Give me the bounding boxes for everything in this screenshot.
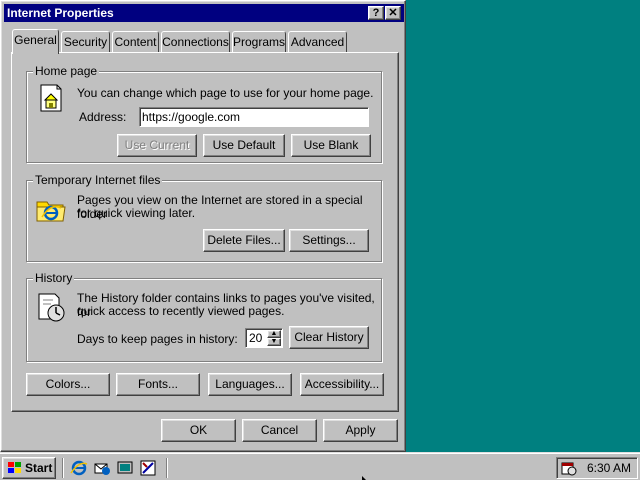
- spin-up-button[interactable]: ▲: [267, 330, 281, 338]
- close-icon: ✕: [388, 7, 398, 19]
- tab-content[interactable]: Content: [112, 31, 159, 53]
- cancel-button[interactable]: Cancel: [242, 419, 317, 442]
- home-page-description: You can change which page to use for you…: [77, 86, 374, 100]
- tab-label: Content: [114, 35, 157, 49]
- arrow-up-icon: ▲: [270, 330, 278, 337]
- home-page-icon: [40, 84, 62, 112]
- temp-files-description-2: for quick viewing later.: [77, 206, 196, 220]
- days-spinner[interactable]: 20 ▲ ▼: [245, 328, 283, 348]
- temp-files-group-label: Temporary Internet files: [33, 173, 163, 187]
- clock[interactable]: 6:30 AM: [587, 458, 631, 478]
- days-label: Days to keep pages in history:: [77, 332, 238, 346]
- tab-label: Connections: [162, 35, 229, 49]
- home-page-group: Home page You can change which page to u…: [26, 64, 382, 163]
- internet-explorer-icon[interactable]: [70, 459, 88, 477]
- windows-logo-icon: [8, 462, 21, 473]
- tab-security[interactable]: Security: [61, 31, 110, 53]
- taskbar-separator: [62, 458, 64, 478]
- arrow-down-icon: ▼: [270, 338, 278, 345]
- scheduler-icon[interactable]: [561, 460, 577, 476]
- history-group-label: History: [33, 271, 75, 285]
- tab-general[interactable]: General: [12, 29, 59, 54]
- tab-label: General: [14, 33, 57, 47]
- spin-down-button[interactable]: ▼: [267, 338, 281, 346]
- tab-connections[interactable]: Connections: [161, 31, 230, 53]
- apply-button[interactable]: Apply: [323, 419, 398, 442]
- history-description-2: quick access to recently viewed pages.: [77, 304, 285, 318]
- tab-label: Advanced: [290, 35, 345, 49]
- internet-properties-dialog: Internet Properties ? ✕ General Security…: [0, 0, 406, 452]
- help-button[interactable]: ?: [368, 6, 384, 20]
- outlook-express-icon[interactable]: [93, 459, 111, 477]
- fonts-button[interactable]: Fonts...: [116, 373, 200, 396]
- use-current-button[interactable]: Use Current: [117, 134, 197, 157]
- address-label: Address:: [79, 110, 127, 124]
- help-icon: ?: [372, 7, 380, 19]
- clear-history-button[interactable]: Clear History: [289, 326, 369, 349]
- title-bar[interactable]: Internet Properties ? ✕: [4, 4, 404, 22]
- general-tab-panel: Home page You can change which page to u…: [11, 52, 399, 412]
- tab-advanced[interactable]: Advanced: [288, 31, 347, 53]
- history-icon: [38, 293, 65, 322]
- close-button[interactable]: ✕: [385, 6, 401, 20]
- languages-button[interactable]: Languages...: [208, 373, 292, 396]
- start-button[interactable]: Start: [2, 457, 56, 479]
- tab-label: Security: [63, 35, 108, 49]
- desktop: [406, 0, 640, 452]
- start-label: Start: [25, 461, 53, 475]
- accessibility-button[interactable]: Accessibility...: [300, 373, 384, 396]
- system-tray: 6:30 AM: [556, 457, 638, 479]
- tab-programs[interactable]: Programs: [232, 31, 286, 53]
- ok-button[interactable]: OK: [161, 419, 236, 442]
- ie-folder-icon: [36, 201, 66, 222]
- address-input[interactable]: [139, 107, 369, 127]
- channels-icon[interactable]: [139, 459, 157, 477]
- use-blank-button[interactable]: Use Blank: [291, 134, 371, 157]
- temp-files-group: Temporary Internet files Pages you view …: [26, 173, 382, 262]
- home-page-group-label: Home page: [33, 64, 100, 78]
- days-value: 20: [249, 331, 263, 345]
- settings-button[interactable]: Settings...: [289, 229, 369, 252]
- delete-files-button[interactable]: Delete Files...: [203, 229, 285, 252]
- show-desktop-icon[interactable]: [116, 459, 134, 477]
- taskbar: Start 6:30 AM: [0, 452, 640, 480]
- colors-button[interactable]: Colors...: [26, 373, 110, 396]
- history-group: History The History folder contains link…: [26, 271, 382, 362]
- window-title: Internet Properties: [7, 6, 114, 20]
- use-default-button[interactable]: Use Default: [203, 134, 285, 157]
- mouse-cursor-icon: [362, 476, 366, 480]
- taskbar-separator: [166, 458, 168, 478]
- tab-label: Programs: [233, 35, 286, 49]
